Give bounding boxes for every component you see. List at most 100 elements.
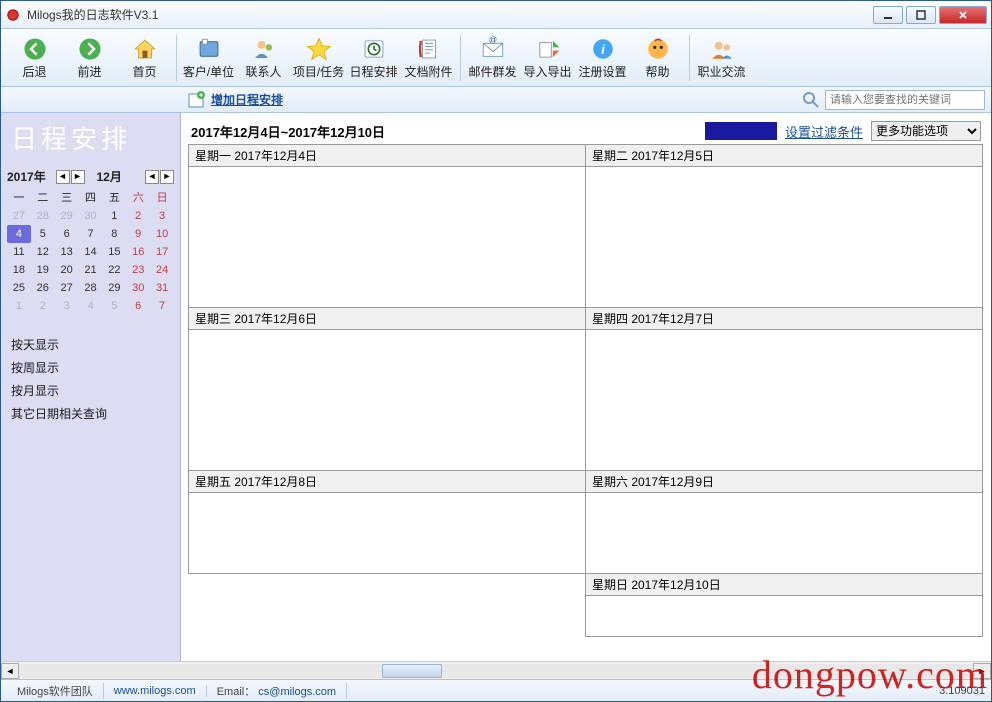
filter-link[interactable]: 设置过滤条件 (785, 122, 863, 141)
window-title: Milogs我的日志软件V3.1 (27, 6, 873, 23)
projects-button[interactable]: 项目/任务 (291, 32, 346, 84)
svg-text:@: @ (488, 36, 496, 45)
home-label: 首页 (132, 63, 156, 80)
help-label: 帮助 (645, 63, 669, 80)
calendar-month: 12月 (97, 168, 146, 185)
day-header: 星期四 2017年12月7日 (586, 308, 982, 330)
scroll-track[interactable] (19, 664, 973, 678)
schedule-label: 日程安排 (349, 63, 397, 80)
month-prev-button[interactable]: ◄ (145, 170, 159, 184)
highlight-box[interactable] (705, 122, 777, 140)
day-body[interactable] (586, 493, 982, 573)
toolbar-separator (460, 35, 461, 81)
main-area: 日程安排 2017年 ◄ ► 12月 ◄ ► 一 二 三 (1, 113, 991, 661)
view-by-day-link[interactable]: 按天显示 (11, 333, 170, 356)
help-button[interactable]: 帮助 (630, 32, 685, 84)
forward-button[interactable]: 前进 (62, 32, 117, 84)
status-site-link[interactable]: www.milogs.com (104, 685, 207, 697)
minimize-button[interactable] (873, 6, 903, 24)
day-friday[interactable]: 星期五 2017年12月8日 (188, 470, 586, 574)
year-next-button[interactable]: ► (71, 170, 85, 184)
sidebar: 日程安排 2017年 ◄ ► 12月 ◄ ► 一 二 三 (1, 113, 181, 661)
day-header: 星期三 2017年12月6日 (189, 308, 585, 330)
calendar-header: 2017年 ◄ ► 12月 ◄ ► (1, 166, 180, 187)
day-body[interactable] (189, 493, 585, 573)
home-icon (131, 35, 159, 63)
import-button[interactable]: 导入导出 (520, 32, 575, 84)
calendar-dow-row: 一 二 三 四 五 六 日 (7, 189, 174, 207)
day-tuesday[interactable]: 星期二 2017年12月5日 (585, 144, 983, 308)
day-sunday[interactable]: 星期日 2017年12月10日 (585, 573, 983, 637)
day-body[interactable] (586, 167, 982, 307)
day-saturday[interactable]: 星期六 2017年12月9日 (585, 470, 983, 574)
close-button[interactable] (939, 6, 987, 24)
day-monday[interactable]: 星期一 2017年12月4日 (188, 144, 586, 308)
contacts-icon (250, 35, 278, 63)
career-label: 职业交流 (697, 63, 745, 80)
day-header: 星期六 2017年12月9日 (586, 471, 982, 493)
contacts-button[interactable]: 联系人 (236, 32, 291, 84)
view-other-dates-link[interactable]: 其它日期相关查询 (11, 402, 170, 425)
horizontal-scrollbar[interactable]: ◄ ► (1, 661, 991, 679)
import-label: 导入导出 (523, 63, 571, 80)
year-prev-button[interactable]: ◄ (56, 170, 70, 184)
career-button[interactable]: 职业交流 (694, 32, 749, 84)
month-nav: ◄ ► (145, 170, 174, 184)
app-icon (5, 7, 21, 23)
day-body[interactable] (189, 167, 585, 307)
status-version: 3.109031 (939, 685, 985, 697)
register-label: 注册设置 (578, 63, 626, 80)
add-schedule-link[interactable]: 增加日程安排 (211, 91, 283, 108)
mail-icon: @ (479, 35, 507, 63)
calendar-selected-day[interactable]: 4 (7, 225, 31, 243)
sidebar-title: 日程安排 (1, 113, 180, 166)
month-next-button[interactable]: ► (160, 170, 174, 184)
scroll-right-button[interactable]: ► (973, 663, 991, 679)
register-icon: i (589, 35, 617, 63)
scroll-left-button[interactable]: ◄ (1, 663, 19, 679)
attachments-label: 文档附件 (404, 63, 452, 80)
projects-label: 项目/任务 (293, 63, 344, 80)
action-bar: 增加日程安排 (1, 87, 991, 113)
view-by-month-link[interactable]: 按月显示 (11, 379, 170, 402)
maximize-button[interactable] (906, 6, 936, 24)
clients-label: 客户/单位 (183, 63, 234, 80)
calendar-grid: 一 二 三 四 五 六 日 27282930123 45678910 11121… (1, 187, 180, 323)
toolbar-separator (176, 35, 177, 81)
back-button[interactable]: 后退 (7, 32, 62, 84)
calendar-year: 2017年 (7, 168, 56, 185)
date-range: 2017年12月4日~2017年12月10日 (191, 122, 705, 141)
day-header: 星期日 2017年12月10日 (586, 574, 982, 596)
projects-icon (305, 35, 333, 63)
range-row: 2017年12月4日~2017年12月10日 设置过滤条件 更多功能选项 (181, 113, 991, 145)
day-body[interactable] (189, 330, 585, 470)
mail-button[interactable]: @ 邮件群发 (465, 32, 520, 84)
clients-button[interactable]: 客户/单位 (181, 32, 236, 84)
attachments-button[interactable]: 文档附件 (401, 32, 456, 84)
svg-text:i: i (601, 42, 605, 57)
day-body[interactable] (586, 596, 982, 636)
mail-label: 邮件群发 (468, 63, 516, 80)
status-bar: Milogs软件团队 www.milogs.com Email： cs@milo… (1, 679, 991, 701)
day-header: 星期一 2017年12月4日 (189, 145, 585, 167)
schedule-button[interactable]: 日程安排 (346, 32, 401, 84)
search-input[interactable] (825, 90, 985, 110)
home-button[interactable]: 首页 (117, 32, 172, 84)
schedule-icon (360, 35, 388, 63)
status-email-link[interactable]: cs@milogs.com (258, 686, 336, 698)
view-by-week-link[interactable]: 按周显示 (11, 356, 170, 379)
day-wednesday[interactable]: 星期三 2017年12月6日 (188, 307, 586, 471)
scroll-thumb[interactable] (382, 664, 442, 678)
titlebar: Milogs我的日志软件V3.1 (1, 1, 991, 29)
schedule-content: 2017年12月4日~2017年12月10日 设置过滤条件 更多功能选项 星期一… (181, 113, 991, 661)
week-grid: 星期一 2017年12月4日 星期二 2017年12月5日 星期三 2017年1… (181, 145, 991, 645)
search-icon[interactable] (801, 90, 821, 110)
main-toolbar: 后退 前进 首页 客户/单位 联系人 项目/任务 日程安排 文档附件 (1, 29, 991, 87)
more-options-select[interactable]: 更多功能选项 (871, 121, 981, 141)
contacts-label: 联系人 (245, 63, 281, 80)
status-team: Milogs软件团队 (7, 683, 104, 699)
register-button[interactable]: i 注册设置 (575, 32, 630, 84)
day-body[interactable] (586, 330, 982, 470)
day-thursday[interactable]: 星期四 2017年12月7日 (585, 307, 983, 471)
sidebar-links: 按天显示 按周显示 按月显示 其它日期相关查询 (1, 323, 180, 435)
